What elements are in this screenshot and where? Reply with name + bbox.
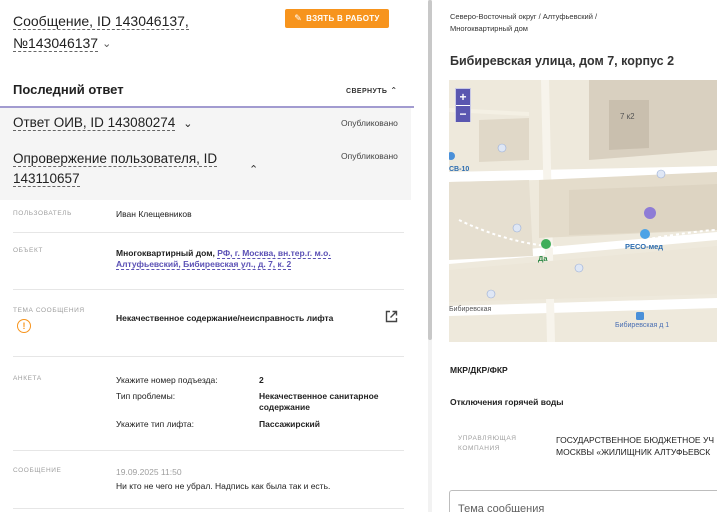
zoom-out-button[interactable]: −	[456, 106, 470, 122]
scrollbar-thumb[interactable]	[428, 0, 432, 340]
refutation-title-line1: Опровержение пользователя, ID	[13, 151, 218, 167]
management-company-line2: МОСКВЫ «ЖИЛИЩНИК АЛТУФЬЕВСК	[556, 447, 711, 457]
divider	[13, 508, 404, 509]
message-panel: Сообщение, ID 143046137, №143046137 ⌄ ✎ В…	[0, 0, 414, 512]
map-canvas	[449, 80, 717, 342]
user-label: ПОЛЬЗОВАТЕЛЬ	[13, 210, 73, 217]
message-number: №143046137	[13, 35, 99, 52]
object-address-link-line2[interactable]: Алтуфьевский, Бибиревская ул., д. 7, к. …	[116, 259, 292, 270]
map[interactable]: + − 7 к2 СВ-10 Да РЕСО-мед Бибиревская Б…	[449, 80, 717, 342]
hot-water-section-title[interactable]: Отключения горячей воды	[450, 397, 564, 407]
refutation-status: Опубликовано	[341, 151, 398, 161]
chevron-up-icon: ⌃	[390, 86, 398, 95]
subject-field[interactable]	[449, 490, 717, 512]
chevron-down-icon: ⌄	[183, 118, 193, 130]
subject-input[interactable]	[450, 491, 717, 512]
object-address-link[interactable]: РФ, г. Москва, вн.тер.г. м.о.	[217, 248, 331, 259]
collapse-button[interactable]: СВЕРНУТЬ ⌃	[346, 86, 397, 95]
form-value: Пассажирский	[259, 419, 320, 429]
breadcrumb-line2[interactable]: Многоквартирный дом	[450, 24, 528, 33]
message-label: СООБЩЕНИЕ	[13, 467, 62, 474]
last-answer-heading: Последний ответ	[13, 82, 124, 97]
oiv-answer-title: Ответ ОИВ, ID 143080274	[13, 115, 176, 131]
management-company-line1: ГОСУДАРСТВЕННОЕ БЮДЖЕТНОЕ УЧ	[556, 435, 715, 445]
map-label-building: 7 к2	[620, 112, 635, 121]
zoom-in-button[interactable]: +	[456, 89, 470, 105]
mkr-section-title[interactable]: МКР/ДКР/ФКР	[450, 365, 508, 375]
form-label: АНКЕТА	[13, 375, 42, 382]
chevron-up-icon[interactable]: ⌃	[249, 163, 258, 176]
open-external-icon[interactable]	[385, 310, 398, 323]
refutation-toggle[interactable]: Опровержение пользователя, ID 143110657	[13, 149, 241, 189]
message-title[interactable]: Сообщение, ID 143046137, №143046137 ⌄	[13, 10, 273, 55]
management-company-value: ГОСУДАРСТВЕННОЕ БЮДЖЕТНОЕ УЧ МОСКВЫ «ЖИЛ…	[556, 434, 717, 458]
map-label-reso: РЕСО-мед	[625, 242, 664, 251]
message-date: 19.09.2025 11:50	[116, 467, 182, 477]
oiv-answer-status: Опубликовано	[341, 118, 398, 128]
map-label-shop: Да	[538, 254, 548, 263]
management-company-label: УПРАВЛЯЮЩАЯ КОМПАНИЯ	[458, 435, 517, 452]
breadcrumb: Северо-Восточный округ / Алтуфьевский / …	[450, 11, 670, 35]
form-value: 2	[259, 375, 264, 385]
object-address: Бибиревская улица, дом 7, корпус 2	[450, 54, 675, 68]
form-value: Некачественное санитарное содержание	[259, 391, 379, 412]
pencil-icon: ✎	[294, 13, 303, 23]
form-key: Укажите тип лифта:	[116, 419, 194, 429]
form-key: Укажите номер подъезда:	[116, 375, 218, 385]
map-label-stop: СВ-10	[449, 166, 470, 173]
chevron-down-icon[interactable]: ⌄	[102, 33, 111, 55]
message-text: Ни кто не чего не убрал. Надпись как был…	[116, 481, 331, 491]
object-panel: Северо-Восточный округ / Алтуфьевский / …	[438, 0, 717, 512]
breadcrumb-line1[interactable]: Северо-Восточный округ / Алтуфьевский /	[450, 12, 597, 21]
divider	[13, 450, 404, 451]
topic-value: Некачественное содержание/неисправность …	[116, 313, 334, 323]
collapse-label: СВЕРНУТЬ	[346, 88, 388, 95]
map-label-bus-stop: Бибиревская д 1	[615, 322, 670, 329]
form-key: Тип проблемы:	[116, 391, 176, 401]
object-type: Многоквартирный дом,	[116, 248, 215, 258]
divider	[13, 289, 404, 290]
map-zoom-controls: + −	[455, 88, 471, 122]
take-to-work-button[interactable]: ✎ ВЗЯТЬ В РАБОТУ	[285, 9, 389, 28]
refutation-title-line2: 143110657	[13, 171, 80, 187]
divider	[13, 232, 404, 233]
divider	[13, 356, 404, 357]
map-label-street: Бибиревская	[449, 306, 492, 313]
warning-icon: !	[17, 319, 31, 333]
object-value: Многоквартирный дом, РФ, г. Москва, вн.т…	[116, 248, 331, 270]
topic-label: ТЕМА СООБЩЕНИЯ	[13, 307, 85, 314]
oiv-answer-toggle[interactable]: Ответ ОИВ, ID 143080274 ⌄	[13, 115, 193, 131]
object-label: ОБЪЕКТ	[13, 247, 43, 254]
take-to-work-label: ВЗЯТЬ В РАБОТУ	[306, 14, 380, 23]
user-value: Иван Клещевников	[116, 209, 192, 219]
message-title-text: Сообщение, ID 143046137,	[13, 13, 189, 30]
